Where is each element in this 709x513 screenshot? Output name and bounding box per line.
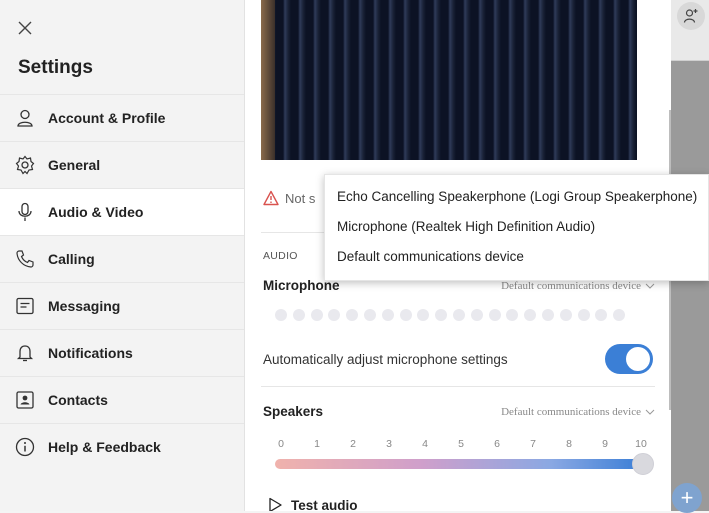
volume-tick: 2 [350, 438, 356, 450]
message-icon [14, 295, 36, 317]
level-dot [452, 309, 465, 321]
level-dot [470, 309, 483, 321]
volume-tick: 8 [566, 438, 572, 450]
divider [261, 386, 655, 387]
volume-tick: 7 [530, 438, 536, 450]
sidebar-item-general[interactable]: General [0, 141, 244, 188]
speaker-volume-slider[interactable] [275, 459, 643, 469]
volume-tick: 1 [314, 438, 320, 450]
test-audio-label: Test audio [291, 497, 358, 512]
sidebar-item-label: Messaging [48, 298, 121, 314]
level-dot [595, 309, 608, 321]
settings-sidebar: Settings Account & Profile General Audio… [0, 0, 245, 511]
auto-adjust-label: Automatically adjust microphone settings [263, 352, 508, 367]
audio-section-heading: AUDIO [263, 250, 298, 262]
level-dot [381, 309, 394, 321]
level-dot [275, 309, 287, 321]
add-contact-icon[interactable] [677, 2, 705, 30]
sidebar-item-label: Account & Profile [48, 110, 166, 126]
warning-text: Not s [285, 190, 316, 206]
speakers-label: Speakers [263, 404, 324, 419]
sidebar-item-label: General [48, 157, 101, 173]
sidebar-item-audio-video[interactable]: Audio & Video [0, 188, 244, 235]
speakers-device-value: Default communications device [501, 406, 641, 418]
settings-title: Settings [18, 57, 93, 78]
dropdown-option[interactable]: Default communications device [325, 241, 708, 271]
level-dot [399, 309, 412, 321]
test-audio-button[interactable]: Test audio [267, 497, 358, 511]
play-icon [267, 497, 283, 511]
level-dot [541, 309, 554, 321]
volume-tick: 3 [386, 438, 392, 450]
info-icon [14, 436, 36, 458]
dropdown-option[interactable]: Microphone (Realtek High Definition Audi… [325, 211, 708, 241]
sidebar-item-messaging[interactable]: Messaging [0, 282, 244, 329]
speakers-device-select[interactable]: Default communications device [501, 406, 655, 418]
phone-icon [14, 248, 36, 270]
volume-tick: 5 [458, 438, 464, 450]
level-dot [613, 309, 626, 321]
volume-tick: 10 [635, 438, 647, 450]
sidebar-item-label: Calling [48, 251, 95, 267]
volume-slider-handle[interactable] [632, 453, 654, 475]
sidebar-item-label: Help & Feedback [48, 439, 161, 455]
volume-tick: 0 [278, 438, 284, 450]
auto-adjust-toggle[interactable] [605, 344, 653, 374]
level-dot [559, 309, 572, 321]
microphone-icon [14, 201, 36, 223]
person-icon [14, 107, 36, 129]
settings-nav: Account & Profile General Audio & Video … [0, 94, 244, 470]
level-dot [310, 309, 323, 321]
volume-tick: 6 [494, 438, 500, 450]
sidebar-item-help-feedback[interactable]: Help & Feedback [0, 423, 244, 470]
level-dot [524, 309, 537, 321]
level-dot [506, 309, 519, 321]
toggle-knob [626, 347, 650, 371]
contact-card-icon [14, 389, 36, 411]
volume-tick: 9 [602, 438, 608, 450]
chevron-down-icon [645, 407, 655, 417]
sidebar-item-calling[interactable]: Calling [0, 235, 244, 282]
sidebar-item-label: Audio & Video [48, 204, 144, 220]
level-dot [292, 309, 305, 321]
volume-ticks: 0 1 2 3 4 5 6 7 8 9 10 [269, 438, 649, 452]
level-dot [346, 309, 359, 321]
dropdown-option[interactable]: Echo Cancelling Speakerphone (Logi Group… [325, 181, 708, 211]
volume-tick: 4 [422, 438, 428, 450]
microphone-device-value: Default communications device [501, 280, 641, 292]
bell-icon [14, 342, 36, 364]
level-dot [577, 309, 590, 321]
microphone-level-meter [275, 309, 626, 321]
camera-preview [261, 0, 637, 160]
level-dot [488, 309, 501, 321]
level-dot [328, 309, 341, 321]
microphone-device-dropdown: Echo Cancelling Speakerphone (Logi Group… [324, 174, 709, 281]
chevron-down-icon [645, 281, 655, 291]
close-icon[interactable] [17, 20, 37, 40]
level-dot [363, 309, 376, 321]
sidebar-item-label: Notifications [48, 345, 133, 361]
sidebar-item-label: Contacts [48, 392, 108, 408]
sidebar-item-notifications[interactable]: Notifications [0, 329, 244, 376]
level-dot [435, 309, 448, 321]
microphone-device-select[interactable]: Default communications device [501, 280, 655, 292]
sidebar-item-contacts[interactable]: Contacts [0, 376, 244, 423]
level-dot [417, 309, 430, 321]
gear-icon [14, 154, 36, 176]
new-chat-fab-icon[interactable]: + [672, 483, 702, 513]
sidebar-item-account-profile[interactable]: Account & Profile [0, 94, 244, 141]
warning-icon [263, 190, 279, 206]
camera-warning: Not s [263, 190, 315, 206]
